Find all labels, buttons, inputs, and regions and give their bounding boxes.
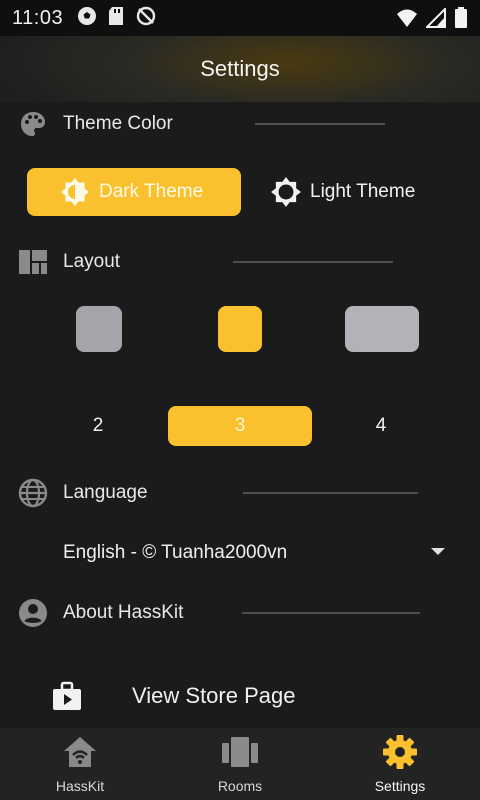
layout-count-3[interactable]: 3 [168,406,312,446]
nav-item-hasskit[interactable]: HassKit [0,728,160,800]
divider-line [255,123,385,125]
battery-icon [454,7,468,34]
layout-preview-3[interactable] [218,306,262,352]
language-dropdown[interactable]: English - © Tuanha2000vn [63,536,453,570]
layout-preview-4[interactable] [345,306,419,352]
view-store-page-label: View Store Page [132,683,296,708]
no-sync-icon [135,5,157,32]
dashboard-icon [18,247,48,277]
nav-item-rooms[interactable]: Rooms [160,728,320,800]
light-theme-label: Light Theme [310,181,416,202]
home-wifi-icon [60,732,100,772]
wifi-icon [396,8,418,33]
theme-color-header: Theme Color [0,104,480,144]
section-label-layout: Layout [63,251,121,272]
light-theme-button[interactable]: Light Theme [262,168,462,216]
divider-line [242,612,420,614]
section-label-language: Language [63,482,148,503]
contrast-icon [59,176,91,208]
page-title: Settings [200,56,280,81]
dark-theme-button[interactable]: Dark Theme [27,168,241,216]
divider-line [233,261,393,263]
status-bar: 11:03 [0,0,480,36]
brightness-icon [270,176,302,208]
rooms-icon [220,732,260,772]
about-header: About HassKit [0,593,480,633]
layout-count-4[interactable]: 4 [341,406,421,446]
globe-icon [18,478,48,508]
nav-label-rooms: Rooms [217,778,263,794]
section-label-about: About HassKit [63,602,184,623]
nav-label-settings: Settings [374,778,426,794]
dropdown-arrow-icon [431,548,445,555]
layout-preview-2[interactable] [76,306,122,352]
sd-card-icon [107,6,125,31]
language-header: Language [0,473,480,513]
signal-icon [424,6,446,33]
status-time: 11:03 [12,6,64,29]
nav-label-hasskit: HassKit [55,778,105,794]
gear-icon [380,732,420,772]
bottom-navigation: HassKit Rooms Settings [0,728,480,800]
layout-count-2[interactable]: 2 [58,406,138,446]
account-icon [18,598,48,628]
palette-icon [18,109,48,139]
divider-line [243,492,418,494]
view-store-page-button[interactable]: View Store Page [0,664,480,728]
dark-theme-label: Dark Theme [99,181,204,202]
app-bar: Settings [0,36,480,102]
nav-item-settings[interactable]: Settings [320,728,480,800]
layout-header: Layout [0,242,480,282]
section-label-theme: Theme Color [63,113,173,134]
shop-icon [50,679,84,713]
football-icon [77,6,97,31]
language-value: English - © Tuanha2000vn [63,542,288,563]
